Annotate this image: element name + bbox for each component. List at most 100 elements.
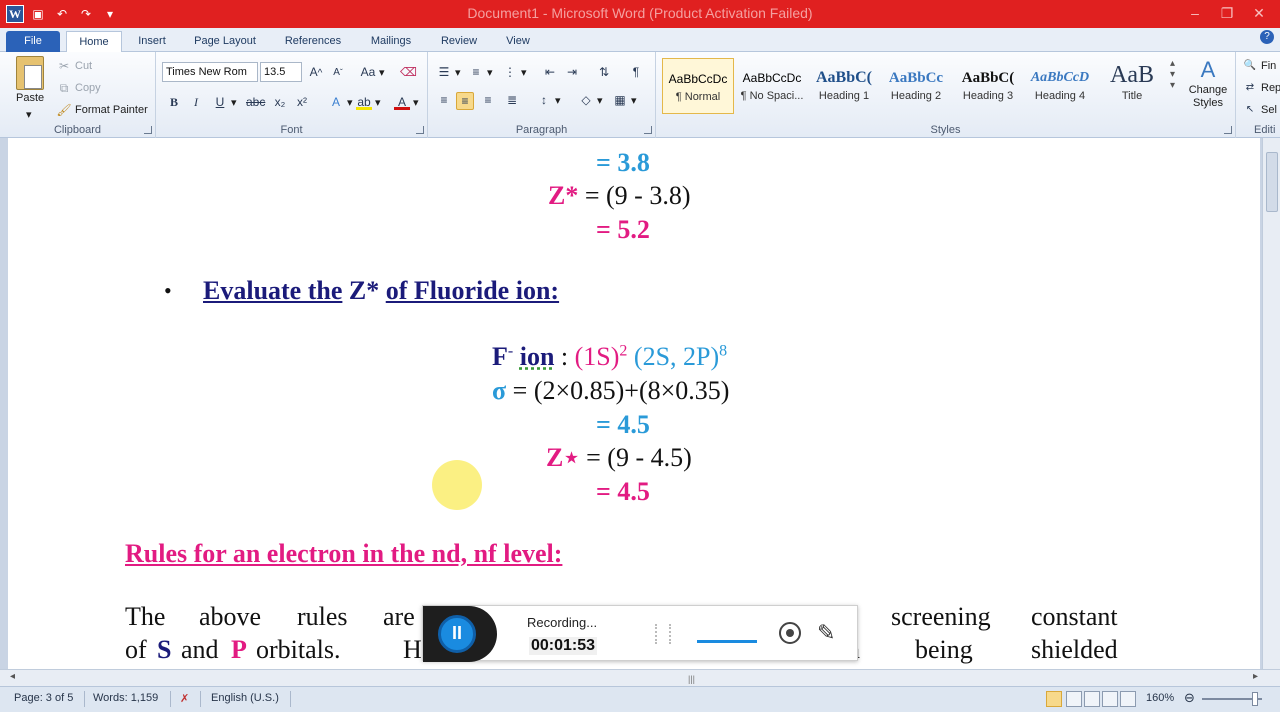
styles-launcher-icon[interactable] [1224, 126, 1232, 134]
italic-icon[interactable]: I [188, 94, 204, 110]
vertical-scrollbar[interactable] [1262, 138, 1280, 669]
para-word: of [125, 635, 147, 664]
grow-font-icon[interactable]: A^ [308, 64, 324, 80]
close-button[interactable]: ✕ [1244, 2, 1274, 24]
underline-icon[interactable]: U ▾ [212, 94, 237, 110]
align-left-icon[interactable]: ≡ [436, 92, 452, 108]
style-heading-3[interactable]: AaBbC( Heading 3 [952, 58, 1024, 114]
word-count[interactable]: Words: 1,159 [93, 692, 158, 704]
font-size-select[interactable]: 13.5 [260, 62, 302, 82]
web-layout-view-icon[interactable] [1084, 691, 1100, 707]
line-spacing-icon[interactable]: ↕ ▾ [536, 92, 561, 108]
font-family-select[interactable]: Times New Rom [162, 62, 258, 82]
para-word: constant [1031, 602, 1118, 631]
pen-icon[interactable]: ✎ [817, 620, 835, 646]
find-button[interactable]: 🔍 Fin [1242, 58, 1277, 74]
subscript-icon[interactable]: x₂ [272, 94, 288, 110]
orbital-1s: (1S) [574, 342, 620, 371]
tab-insert[interactable]: Insert [128, 31, 176, 52]
style-no-spacing[interactable]: AaBbCcDc ¶ No Spaci... [736, 58, 808, 114]
para-word: The [125, 602, 166, 631]
copy-button[interactable]: ⧉ Copy [56, 80, 101, 96]
scroll-grip-icon[interactable]: ||| [688, 674, 695, 684]
sort-icon[interactable]: ⇅ [596, 64, 612, 80]
paragraph-launcher-icon[interactable] [644, 126, 652, 134]
clipboard-group: Paste ▾ ✂ Cut ⧉ Copy 🖌 Format Painter Clipb… [0, 52, 156, 138]
scroll-right-icon[interactable]: ▸ [1253, 671, 1258, 682]
print-layout-view-icon[interactable] [1046, 691, 1062, 707]
format-painter-button[interactable]: 🖌 Format Painter [56, 102, 147, 118]
cut-button[interactable]: ✂ Cut [56, 58, 92, 74]
shading-icon[interactable]: ◇ ▾ [578, 92, 602, 108]
tab-mailings[interactable]: Mailings [360, 31, 422, 52]
text-effects-icon[interactable]: A ▾ [328, 94, 353, 110]
style-normal[interactable]: AaBbCcDc ¶ Normal [662, 58, 734, 114]
webcam-icon[interactable] [779, 622, 801, 644]
outline-view-icon[interactable] [1102, 691, 1118, 707]
document-page[interactable]: = 3.8 Z* = (9 - 3.8) = 5.2 • Evaluate th… [8, 138, 1260, 669]
find-label: Fin [1261, 60, 1277, 72]
draft-view-icon[interactable] [1120, 691, 1136, 707]
multilevel-list-icon[interactable]: ⋮ ▾ [502, 64, 527, 80]
scroll-left-icon[interactable]: ◂ [10, 671, 15, 682]
proofing-icon[interactable]: ✗ [180, 692, 189, 705]
clear-formatting-icon[interactable]: ⌫ [400, 64, 417, 80]
equals-sign: = [596, 477, 611, 506]
styles-scroll-icon[interactable]: ▴ ▾ ▾ [1170, 58, 1175, 91]
change-styles-button[interactable]: A Change Styles [1186, 56, 1230, 110]
numbering-icon[interactable]: ≡ ▾ [468, 64, 492, 80]
tab-view[interactable]: View [496, 31, 540, 52]
maximize-button[interactable]: ❐ [1212, 2, 1242, 24]
paste-dropdown-icon[interactable]: ▾ [26, 108, 32, 121]
align-center-icon[interactable]: ≡ [456, 92, 474, 110]
bold-icon[interactable]: B [166, 94, 182, 110]
select-button[interactable]: ↖ Sel [1242, 102, 1277, 118]
highlight-icon[interactable]: ab ▾ [356, 94, 381, 110]
tab-references[interactable]: References [274, 31, 352, 52]
paste-icon[interactable] [16, 56, 44, 90]
language-indicator[interactable]: English (U.S.) [211, 692, 279, 704]
zoom-out-icon[interactable]: ⊖ [1184, 690, 1195, 706]
replace-button[interactable]: ⇄ Rep [1242, 80, 1280, 96]
justify-icon[interactable]: ≣ [504, 92, 520, 108]
para-word: orbitals. [256, 635, 341, 664]
clipboard-group-label: Clipboard [53, 124, 102, 136]
vertical-scroll-thumb[interactable] [1266, 152, 1278, 212]
orbital-1s-exponent: 2 [619, 342, 628, 360]
paste-button[interactable]: Paste [16, 92, 44, 104]
page-indicator[interactable]: Page: 3 of 5 [14, 692, 73, 704]
bullets-icon[interactable]: ☰ ▾ [436, 64, 461, 80]
show-hide-icon[interactable]: ¶ [628, 64, 644, 80]
tab-review[interactable]: Review [432, 31, 486, 52]
borders-icon[interactable]: ▦ ▾ [612, 92, 636, 108]
zoom-slider-thumb[interactable] [1252, 692, 1258, 706]
align-right-icon[interactable]: ≡ [480, 92, 496, 108]
font-launcher-icon[interactable] [416, 126, 424, 134]
change-case-icon[interactable]: Aa ▾ [360, 64, 385, 80]
superscript-icon[interactable]: x² [294, 94, 310, 110]
volume-slider[interactable] [697, 640, 757, 643]
clipboard-launcher-icon[interactable] [144, 126, 152, 134]
pause-button[interactable]: II [438, 615, 476, 653]
tab-home[interactable]: Home [66, 31, 122, 52]
style-title[interactable]: AaB Title [1096, 58, 1168, 114]
replace-icon: ⇄ [1245, 82, 1255, 93]
strikethrough-icon[interactable]: abc [246, 94, 265, 110]
minimize-button[interactable]: – [1180, 2, 1210, 24]
help-icon[interactable]: ? [1260, 30, 1274, 44]
para-word: rules [297, 602, 348, 631]
full-screen-reading-view-icon[interactable] [1066, 691, 1082, 707]
zoom-level[interactable]: 160% [1146, 692, 1174, 704]
style-heading-2[interactable]: AaBbCc Heading 2 [880, 58, 952, 114]
horizontal-scrollbar[interactable]: ◂ ||| ▸ [0, 669, 1280, 686]
decrease-indent-icon[interactable]: ⇤ [542, 64, 558, 80]
screen-recorder-widget: II Recording... 00:01:53 ✎ [422, 605, 858, 662]
increase-indent-icon[interactable]: ⇥ [564, 64, 580, 80]
style-heading-1[interactable]: AaBbC( Heading 1 [808, 58, 880, 114]
shrink-font-icon[interactable]: Aˇ [330, 64, 346, 80]
tab-page-layout[interactable]: Page Layout [186, 31, 264, 52]
font-color-icon[interactable]: A ▾ [394, 94, 419, 110]
style-heading-4[interactable]: AaBbCcD Heading 4 [1024, 58, 1096, 114]
tab-file[interactable]: File [6, 31, 60, 52]
eq-line-zstar-result-2: = 4.5 [596, 477, 650, 507]
